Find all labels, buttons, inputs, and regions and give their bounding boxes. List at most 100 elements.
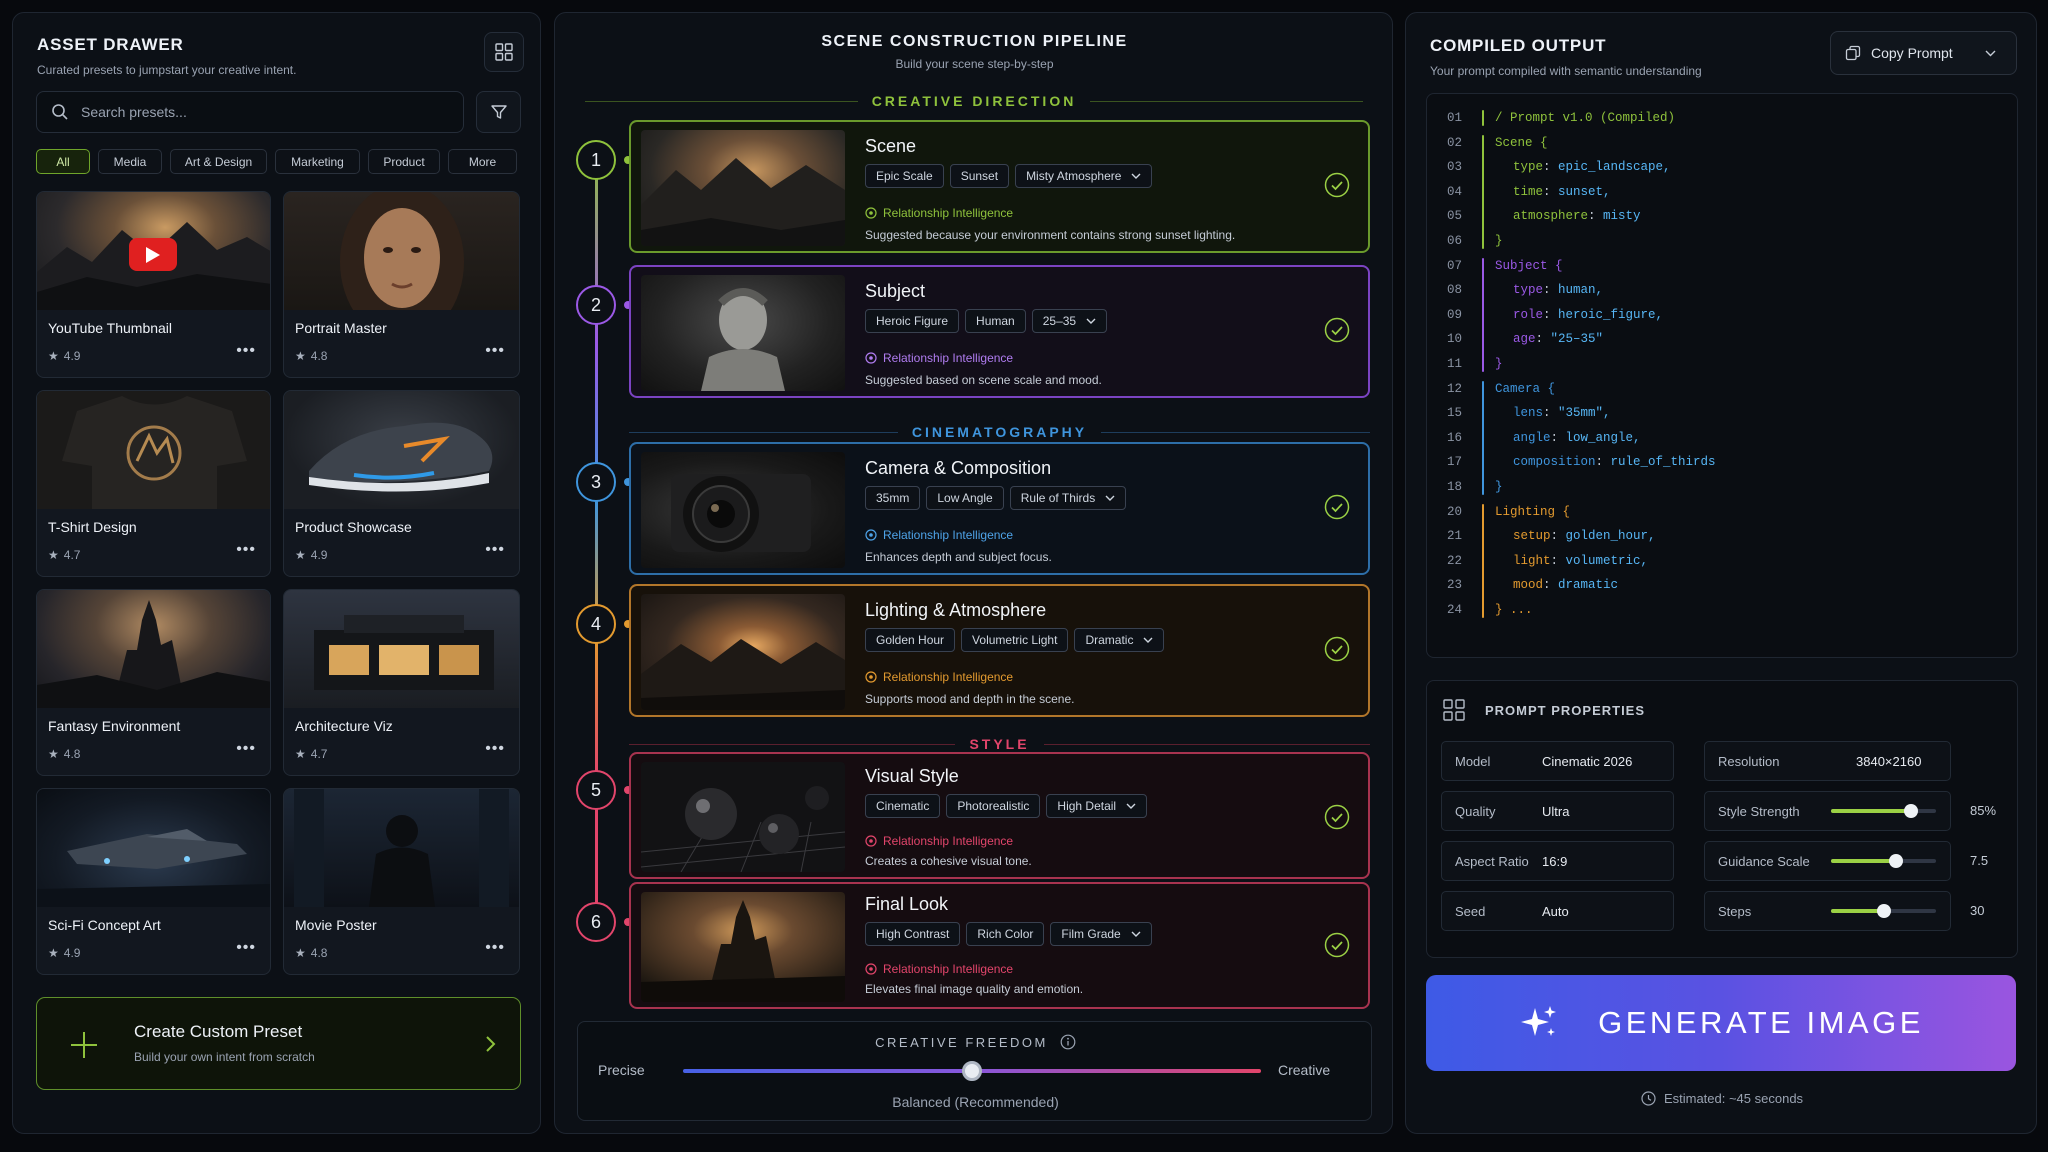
grid-view-button[interactable] [484,32,524,72]
step-image [641,275,845,391]
tag-chip[interactable]: Volumetric Light [961,628,1069,652]
filter-chip-marketing[interactable]: Marketing [275,149,360,174]
preset-rating: ★ 4.9 [295,548,328,562]
preset-card-architecture-viz[interactable]: Architecture Viz ★ 4.7 ••• [283,589,520,776]
line-number: 09 [1447,307,1463,322]
preset-card-tshirt-design[interactable]: T-Shirt Design ★ 4.7 ••• [36,390,271,577]
more-options-button[interactable]: ••• [236,342,256,360]
filter-button[interactable] [476,91,521,133]
step-number-5: 5 [576,770,616,810]
search-box[interactable] [36,91,464,133]
tag-chip[interactable]: Human [965,309,1026,333]
more-options-button[interactable]: ••• [236,939,256,957]
code-text: light: volumetric, [1513,553,1649,568]
property-quality[interactable]: Quality Ultra [1441,791,1674,831]
tag-dropdown[interactable]: 25–35 [1031,309,1108,333]
code-text: lens: "35mm", [1513,406,1611,421]
tag-dropdown[interactable]: Film Grade [1050,922,1152,946]
more-options-button[interactable]: ••• [485,939,505,957]
check-circle-icon [1324,804,1350,830]
tag-dropdown[interactable]: Misty Atmosphere [1015,164,1153,188]
tag-dropdown[interactable]: Rule of Thirds [1009,486,1127,510]
filter-chip-all[interactable]: All [36,149,90,174]
preset-rating: ★ 4.9 [48,946,81,960]
filter-chip-art-design[interactable]: Art & Design [170,149,267,174]
step-card-subject[interactable]: Subject Heroic Figure Human 25–35 Relati… [629,265,1370,398]
line-number: 16 [1447,430,1463,445]
preset-thumbnail [37,590,270,708]
filter-chip-media[interactable]: Media [98,149,162,174]
line-number: 12 [1447,381,1463,396]
step-card-lighting-atmosphere[interactable]: Lighting & Atmosphere Golden Hour Volume… [629,584,1370,717]
tag-chip[interactable]: Golden Hour [865,628,956,652]
tag-chip[interactable]: Sunset [949,164,1010,188]
code-text: type: human, [1513,283,1604,298]
preset-card-movie-poster[interactable]: Movie Poster ★ 4.8 ••• [283,788,520,975]
step-card-final-look[interactable]: Final Look High Contrast Rich Color Film… [629,882,1370,1009]
step-suggestion: Elevates final image quality and emotion… [865,982,1084,996]
chevron-down-icon [1143,637,1153,643]
freedom-slider-track[interactable] [683,1061,1261,1081]
chevron-down-icon [1105,495,1115,501]
guidance-scale-slider[interactable] [1831,854,1936,868]
code-text: / Prompt v1.0 (Compiled) [1495,111,1676,125]
more-options-button[interactable]: ••• [485,541,505,559]
copy-prompt-button[interactable]: Copy Prompt [1830,31,2017,75]
preset-card-youtube-thumbnail[interactable]: YouTube Thumbnail ★ 4.9 ••• [36,191,271,378]
tag-chip[interactable]: 35mm [865,486,921,510]
step-card-visual-style[interactable]: Visual Style Cinematic Photorealistic Hi… [629,752,1370,879]
create-custom-preset-button[interactable]: Create Custom Preset Build your own inte… [36,997,521,1090]
property-resolution[interactable]: Resolution 3840×2160 [1704,741,1951,781]
asset-drawer-subtitle: Curated presets to jumpstart your creati… [37,63,297,77]
preset-thumbnail [284,590,519,708]
tag-chip[interactable]: Cinematic [865,794,941,818]
code-text: } [1495,234,1503,248]
property-aspect-ratio[interactable]: Aspect Ratio 16:9 [1441,841,1674,881]
check-circle-icon [1324,932,1350,958]
preset-card-product-showcase[interactable]: Product Showcase ★ 4.9 ••• [283,390,520,577]
preset-card-portrait-master[interactable]: Portrait Master ★ 4.8 ••• [283,191,520,378]
generate-image-button[interactable]: GENERATE IMAGE [1426,975,2016,1071]
info-icon[interactable] [1060,1034,1076,1050]
style-strength-slider[interactable] [1831,804,1936,818]
more-options-button[interactable]: ••• [236,740,256,758]
line-number: 10 [1447,332,1463,347]
tag-chip[interactable]: Photorealistic [946,794,1041,818]
target-icon [865,835,877,847]
freedom-slider-knob[interactable] [962,1061,982,1081]
code-text: Subject { [1495,258,1563,273]
check-circle-icon [1324,494,1350,520]
search-input[interactable] [81,104,421,120]
create-preset-title: Create Custom Preset [134,1022,303,1041]
tag-dropdown[interactable]: High Detail [1046,794,1148,818]
steps-slider[interactable] [1831,904,1936,918]
preset-rating: ★ 4.7 [48,548,81,562]
step-image [641,452,845,568]
property-model[interactable]: Model Cinematic 2026 [1441,741,1674,781]
step-card-camera-composition[interactable]: Camera & Composition 35mm Low Angle Rule… [629,442,1370,575]
step-tags: High Contrast Rich Color Film Grade [865,922,1152,946]
creative-freedom-title: CREATIVE FREEDOM [578,1034,1373,1050]
tag-chip[interactable]: High Contrast [865,922,961,946]
line-number: 01 [1447,111,1463,125]
more-options-button[interactable]: ••• [485,740,505,758]
step-card-scene[interactable]: Scene Epic Scale Sunset Misty Atmosphere… [629,120,1370,253]
filter-chip-more[interactable]: More [448,149,517,174]
step-title: Final Look [865,894,949,914]
preset-card-fantasy-environment[interactable]: Fantasy Environment ★ 4.8 ••• [36,589,271,776]
steps-value: 30 [1970,903,1985,918]
preset-card-scifi-concept-art[interactable]: Sci-Fi Concept Art ★ 4.9 ••• [36,788,271,975]
preset-name: Fantasy Environment [48,718,181,734]
filter-chip-product[interactable]: Product [368,149,440,174]
tag-chip[interactable]: Low Angle [926,486,1004,510]
compiled-output-panel: COMPILED OUTPUT Your prompt compiled wit… [1405,12,2037,1134]
tag-chip[interactable]: Heroic Figure [865,309,960,333]
tag-dropdown[interactable]: Dramatic [1074,628,1165,652]
tag-chip[interactable]: Rich Color [966,922,1045,946]
property-seed[interactable]: Seed Auto [1441,891,1674,931]
relationship-intelligence-label: Relationship Intelligence [865,834,1013,848]
tag-chip[interactable]: Epic Scale [865,164,944,188]
more-options-button[interactable]: ••• [236,541,256,559]
properties-grid-icon [1443,699,1465,721]
more-options-button[interactable]: ••• [485,342,505,360]
